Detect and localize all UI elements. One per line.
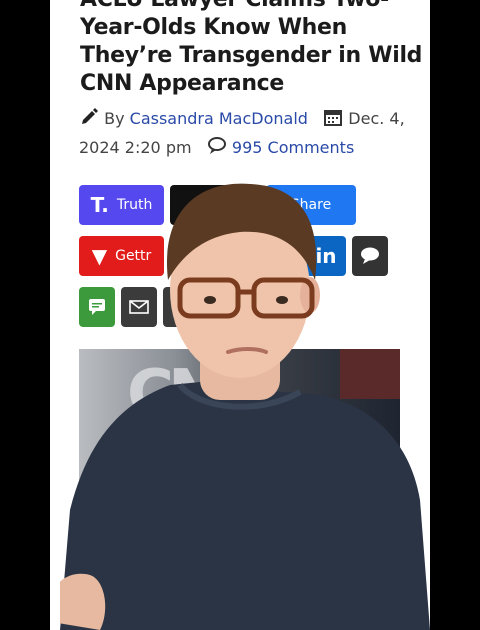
article-meta: By Cassandra MacDonald Dec. 4, 2024 2:20…: [79, 104, 419, 162]
presenter-video-overlay: [60, 183, 430, 630]
by-label: By: [104, 109, 125, 128]
article-headline: ACLU Lawyer Claims Two-Year-Olds Know Wh…: [80, 0, 423, 96]
pencil-icon: [79, 107, 99, 127]
author-link[interactable]: Cassandra MacDonald: [130, 109, 308, 128]
comments-link[interactable]: 995 Comments: [232, 138, 354, 157]
calendar-icon: [323, 107, 343, 127]
sweater-shape: [60, 380, 430, 630]
left-letterbox: [0, 0, 50, 630]
comments-icon: [207, 136, 227, 156]
